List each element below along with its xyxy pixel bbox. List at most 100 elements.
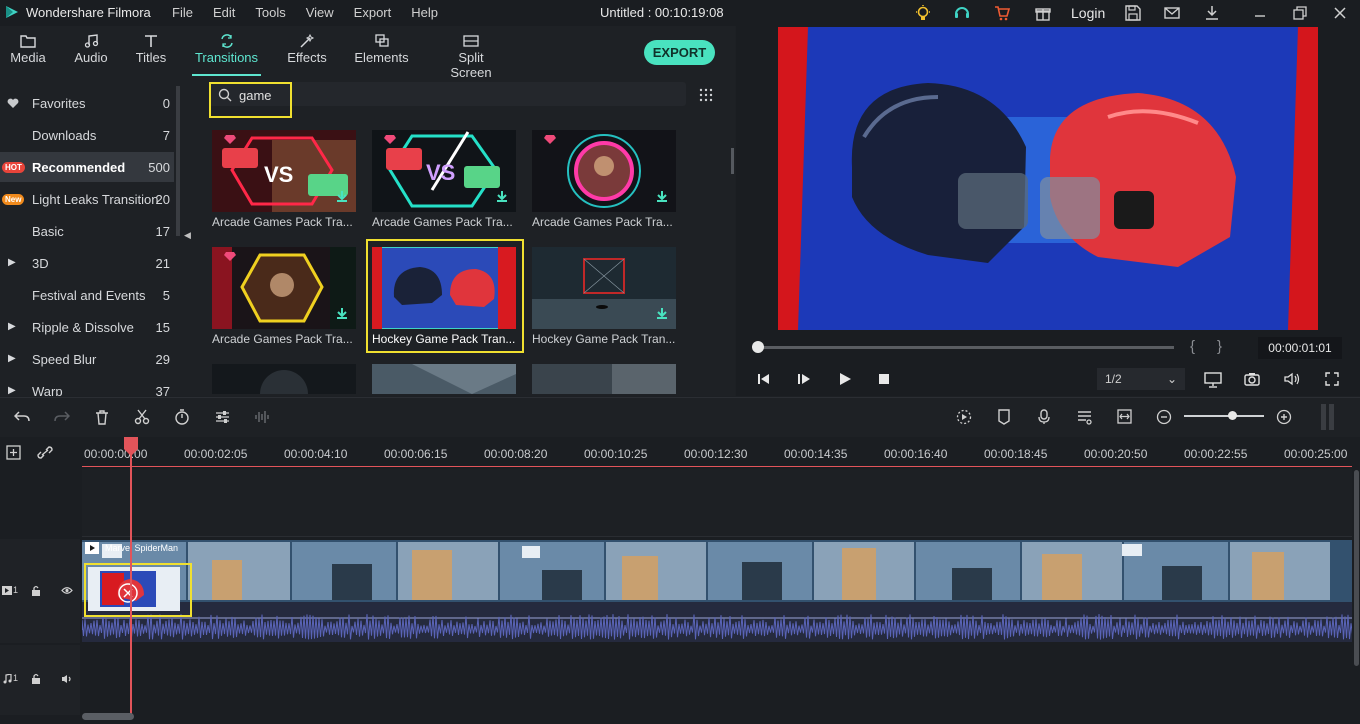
undo-icon[interactable]: [14, 410, 30, 424]
audio-mixer-icon[interactable]: [1077, 409, 1092, 425]
menu-export[interactable]: Export: [354, 5, 392, 20]
download-arrow-icon[interactable]: [656, 190, 668, 202]
category-ripple[interactable]: ▶ Ripple & Dissolve 15: [0, 312, 174, 342]
category-favorites[interactable]: Favorites 0: [0, 88, 174, 118]
save-icon[interactable]: [1124, 4, 1142, 22]
lock-icon[interactable]: [31, 673, 41, 684]
transition-card-partial[interactable]: [212, 364, 356, 394]
lightbulb-icon[interactable]: [914, 4, 932, 22]
grid-view-icon[interactable]: [699, 88, 713, 102]
category-3d[interactable]: ▶ 3D 21: [0, 248, 174, 278]
magic-wand-icon: [300, 34, 315, 48]
preview-quality-select[interactable]: 1/2 ⌄: [1097, 368, 1185, 390]
fullscreen-icon[interactable]: [1325, 372, 1339, 386]
timeline-ruler[interactable]: 00:00:00:00 00:00:02:05 00:00:04:10 00:0…: [82, 437, 1352, 467]
tab-elements[interactable]: Elements: [354, 26, 409, 78]
scissors-cut-icon[interactable]: [134, 409, 150, 425]
zoom-out-icon[interactable]: [1156, 409, 1172, 425]
zoom-slider-knob[interactable]: [1228, 411, 1237, 420]
fit-timeline-icon[interactable]: [1117, 409, 1132, 424]
grid-scrollbar[interactable]: [731, 148, 734, 174]
tab-effects[interactable]: Effects: [285, 26, 329, 78]
timeline-panel-toggle-icon[interactable]: [1320, 404, 1336, 430]
tab-split-screen[interactable]: Split Screen: [437, 26, 505, 80]
monitor-icon[interactable]: [1204, 372, 1222, 388]
export-button[interactable]: EXPORT: [644, 40, 715, 65]
caret-right-icon[interactable]: ▶: [8, 353, 16, 364]
caret-right-icon[interactable]: ▶: [8, 321, 16, 332]
category-count: 15: [155, 320, 170, 335]
transition-card-partial[interactable]: [532, 364, 676, 394]
category-speed-blur[interactable]: ▶ Speed Blur 29: [0, 344, 174, 374]
close-icon[interactable]: [1331, 4, 1349, 22]
tab-transitions[interactable]: Transitions: [192, 26, 261, 78]
category-label: Light Leaks Transition: [32, 192, 159, 207]
menu-tools[interactable]: Tools: [255, 5, 285, 20]
mail-icon[interactable]: [1163, 4, 1181, 22]
timeline-vertical-scrollbar[interactable]: [1354, 470, 1359, 666]
playback-scrubber[interactable]: [756, 346, 1174, 349]
add-track-icon[interactable]: [6, 445, 21, 460]
link-icon[interactable]: [37, 445, 53, 460]
download-arrow-icon[interactable]: [496, 190, 508, 202]
transition-clip-highlight[interactable]: [84, 563, 192, 617]
eye-visibility-icon[interactable]: [61, 586, 73, 595]
tab-audio[interactable]: Audio: [68, 26, 114, 78]
lock-icon[interactable]: [31, 585, 41, 596]
delete-trash-icon[interactable]: [95, 410, 109, 425]
snapshot-camera-icon[interactable]: [1244, 372, 1260, 386]
stop-icon[interactable]: [878, 372, 890, 386]
download-icon[interactable]: [1203, 4, 1221, 22]
category-basic[interactable]: Basic 17: [0, 216, 174, 246]
tab-titles[interactable]: Titles: [130, 26, 172, 78]
category-light-leaks[interactable]: New Light Leaks Transition 20: [0, 184, 174, 214]
step-back-icon[interactable]: [757, 372, 771, 386]
headset-support-icon[interactable]: [953, 4, 971, 22]
cart-icon[interactable]: [993, 4, 1011, 22]
in-out-markers[interactable]: {}: [1190, 338, 1244, 355]
category-recommended[interactable]: HOT Recommended 500: [0, 152, 174, 182]
menu-edit[interactable]: Edit: [213, 5, 235, 20]
redo-icon[interactable]: [54, 410, 70, 424]
download-arrow-icon[interactable]: [656, 307, 668, 319]
category-downloads[interactable]: Downloads 7: [0, 120, 174, 150]
play-frame-icon[interactable]: [797, 372, 811, 386]
caret-right-icon[interactable]: ▶: [8, 257, 16, 268]
sidebar-scrollbar[interactable]: [176, 86, 180, 236]
adjust-sliders-icon[interactable]: [215, 410, 230, 424]
audio-waveform[interactable]: [81, 602, 1353, 642]
zoom-slider[interactable]: [1184, 415, 1264, 417]
speed-timer-icon[interactable]: [174, 409, 190, 425]
volume-icon[interactable]: [1284, 372, 1300, 386]
menu-view[interactable]: View: [306, 5, 334, 20]
tab-media[interactable]: Media: [4, 26, 52, 78]
menu-file[interactable]: File: [172, 5, 193, 20]
category-warp[interactable]: ▶ Warp 37: [0, 376, 174, 396]
render-preview-icon[interactable]: [956, 409, 972, 425]
restore-icon[interactable]: [1291, 4, 1309, 22]
login-button[interactable]: Login: [1071, 5, 1105, 21]
menu-help[interactable]: Help: [411, 5, 438, 20]
document-title: Untitled : 00:10:19:08: [600, 5, 724, 20]
playhead-handle[interactable]: [123, 437, 139, 457]
marker-icon[interactable]: [998, 409, 1010, 425]
download-arrow-icon[interactable]: [336, 190, 348, 202]
minimize-icon[interactable]: [1251, 4, 1269, 22]
play-icon[interactable]: [838, 372, 852, 386]
collapse-sidebar-icon[interactable]: ◀: [184, 230, 191, 241]
playback-scrubber-knob[interactable]: [752, 341, 764, 353]
download-arrow-icon[interactable]: [336, 307, 348, 319]
zoom-in-icon[interactable]: [1276, 409, 1292, 425]
caret-right-icon[interactable]: ▶: [8, 385, 16, 396]
gift-icon[interactable]: [1034, 4, 1052, 22]
transition-card-partial[interactable]: [372, 364, 516, 394]
category-label: Speed Blur: [32, 352, 97, 367]
timeline-horizontal-scrollbar[interactable]: [82, 713, 134, 720]
speaker-icon[interactable]: [61, 674, 73, 684]
category-label: Ripple & Dissolve: [32, 320, 134, 335]
category-festival[interactable]: Festival and Events 5: [0, 280, 174, 310]
video-clip[interactable]: [82, 540, 1352, 602]
microphone-icon[interactable]: [1037, 409, 1051, 425]
empty-track[interactable]: [82, 469, 1352, 537]
audio-wave-icon[interactable]: [254, 409, 270, 425]
